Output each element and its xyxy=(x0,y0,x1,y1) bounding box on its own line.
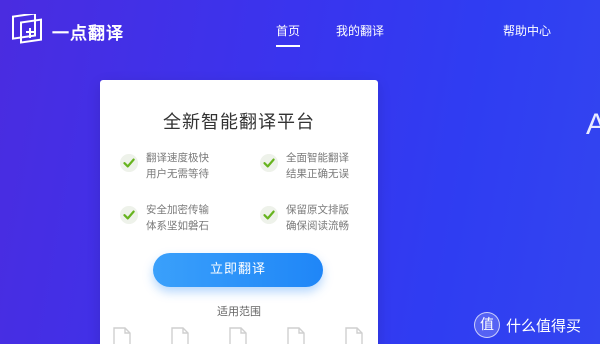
document-icon[interactable] xyxy=(286,327,306,344)
document-icon[interactable] xyxy=(112,327,132,344)
translate-now-button[interactable]: 立即翻译 xyxy=(153,253,323,287)
document-icon[interactable] xyxy=(170,327,190,344)
scope-label: 适用范围 xyxy=(217,305,261,318)
document-icon[interactable] xyxy=(228,327,248,344)
watermark-logo-icon: 值 xyxy=(474,312,500,338)
check-icon xyxy=(260,206,278,224)
brand-logo[interactable]: 一点翻译 xyxy=(10,14,124,48)
feature-line: 保留原文排版 xyxy=(286,204,349,216)
feature-line: 翻译速度极快 xyxy=(146,152,209,164)
feature-line: 用户无需等待 xyxy=(146,168,209,180)
feature-line: 确保阅读流畅 xyxy=(286,220,349,232)
watermark: 值 什么值得买 xyxy=(474,312,581,338)
nav-home[interactable]: 首页 xyxy=(276,22,301,47)
feature-line: 结果正确无误 xyxy=(286,168,349,180)
feature-line: 安全加密传输 xyxy=(146,204,209,216)
nav-help-center[interactable]: 帮助中心 xyxy=(503,22,551,39)
feature-line: 体系坚如磐石 xyxy=(146,220,209,232)
logo-icon xyxy=(12,14,42,44)
side-banner-text: A xyxy=(586,108,600,141)
nav-my-translations[interactable]: 我的翻译 xyxy=(336,22,384,39)
translate-card: 全新智能翻译平台 翻译速度极快 用户无需等待 全面智能翻译 结果正确无误 安全加… xyxy=(100,80,378,344)
check-icon xyxy=(120,206,138,224)
check-icon xyxy=(120,154,138,172)
feature-line: 全面智能翻译 xyxy=(286,152,349,164)
feature-item: 翻译速度极快 用户无需等待 xyxy=(120,150,226,182)
top-nav: 一点翻译 首页 我的翻译 帮助中心 xyxy=(0,0,600,60)
check-icon xyxy=(260,154,278,172)
brand-name: 一点翻译 xyxy=(52,23,124,44)
card-title: 全新智能翻译平台 xyxy=(163,112,315,133)
document-icon[interactable] xyxy=(344,327,364,344)
watermark-text: 什么值得买 xyxy=(506,316,582,335)
feature-item: 全面智能翻译 结果正确无误 xyxy=(260,150,366,182)
feature-item: 安全加密传输 体系坚如磐石 xyxy=(120,202,226,234)
feature-item: 保留原文排版 确保阅读流畅 xyxy=(260,202,366,234)
